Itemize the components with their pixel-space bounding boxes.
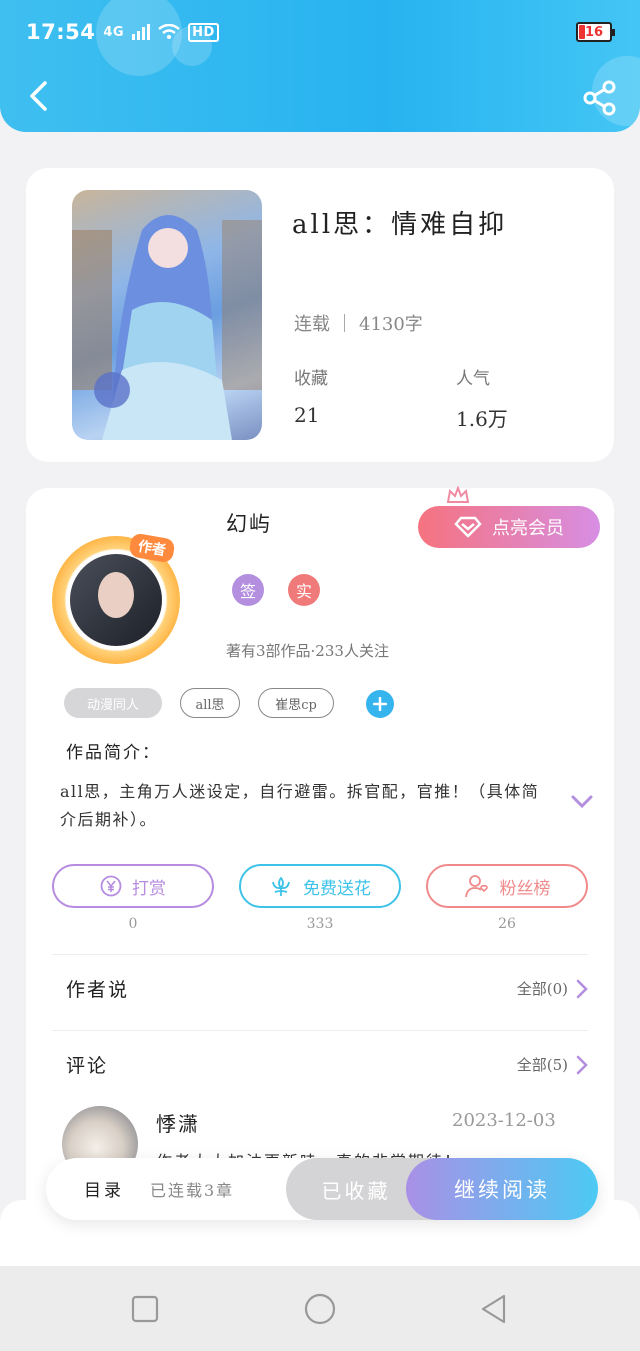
flower-icon — [272, 876, 290, 896]
crown-icon — [446, 486, 470, 503]
status-bar: 17:54 4G HD — [26, 20, 219, 44]
fan-ranking-button[interactable]: 粉丝榜 — [426, 864, 588, 908]
header: 17:54 4G HD 16 — [0, 0, 640, 132]
author-says-row[interactable]: 作者说 全部(0) — [52, 954, 588, 1022]
send-flower-button[interactable]: 免费送花 — [239, 864, 401, 908]
toc-label: 目录 — [84, 1181, 124, 1201]
comment-date: 2023-12-03 — [452, 1110, 556, 1131]
status-time: 17:54 — [26, 20, 96, 44]
book-info-card: all思：情难自抑 连载 4130字 收藏 21 人气 1.6万 — [26, 168, 614, 462]
cover-illustration — [72, 215, 262, 440]
tag-chip[interactable]: 崔思cp — [258, 688, 334, 718]
comments-row[interactable]: 评论 全部(5) — [52, 1030, 588, 1098]
commenter-name[interactable]: 悸潇 — [156, 1108, 200, 1137]
book-cover[interactable] — [72, 190, 262, 440]
continue-reading-button[interactable]: 继续阅读 — [406, 1158, 598, 1220]
popularity-stat: 人气 1.6万 — [456, 364, 508, 432]
author-says-all[interactable]: 全部(0) — [517, 978, 588, 999]
tag-chip[interactable]: all思 — [180, 688, 240, 718]
vip-button[interactable]: 点亮会员 — [418, 506, 600, 548]
author-says-title: 作者说 — [66, 979, 130, 1001]
author-name[interactable]: 幻屿 — [226, 508, 272, 538]
author-says-all-label: 全部(0) — [516, 980, 568, 998]
chevron-right-icon — [576, 1055, 588, 1074]
author-works-info: 著有3部作品·233人关注 — [226, 642, 389, 660]
battery-icon: 16 — [576, 22, 615, 42]
intro-label: 作品简介： — [66, 743, 161, 763]
chevron-down-icon[interactable] — [570, 794, 594, 810]
network-icon: 4G — [103, 24, 125, 40]
wifi-icon — [158, 24, 180, 39]
fan-ranking-label: 粉丝榜 — [499, 878, 551, 899]
chevron-right-icon — [576, 979, 588, 998]
favorites-value: 21 — [294, 403, 320, 427]
author-card: 作者 幻屿 点亮会员 签 实 著有3部作品·233人关注 动漫同人 all思 崔… — [26, 486, 614, 1248]
continue-reading-label: 继续阅读 — [454, 1178, 550, 1202]
fan-ranking-icon — [464, 875, 488, 898]
book-status: 连载 — [294, 314, 330, 335]
back-nav-icon[interactable] — [477, 1292, 511, 1326]
popularity-label: 人气 — [456, 369, 490, 389]
battery-level: 16 — [584, 24, 604, 40]
intro-text: all思，主角万人迷设定，自行避雷。拆官配，官推！（具体简介后期补）。 — [60, 782, 540, 829]
share-button[interactable] — [582, 80, 618, 116]
comments-title: 评论 — [66, 1055, 109, 1077]
reward-label: 打赏 — [132, 878, 166, 899]
signal-icon — [132, 24, 151, 40]
avatar — [70, 554, 162, 646]
hd-icon: HD — [188, 22, 219, 42]
favorites-stat: 收藏 21 — [294, 364, 328, 427]
book-meta: 连载 4130字 — [294, 310, 423, 336]
book-title: all思：情难自抑 — [292, 210, 508, 240]
back-button[interactable] — [20, 76, 56, 116]
send-flower-label: 免费送花 — [303, 878, 371, 899]
flower-count: 333 — [306, 916, 334, 932]
share-icon — [583, 80, 616, 116]
add-tag-button[interactable] — [366, 690, 394, 718]
author-avatar[interactable]: 作者 — [52, 532, 180, 664]
fan-count: 26 — [498, 916, 516, 932]
chevron-left-icon — [30, 81, 47, 111]
favorites-label: 收藏 — [294, 369, 328, 389]
recent-apps-icon[interactable] — [128, 1292, 162, 1326]
tag-chip[interactable]: 动漫同人 — [64, 688, 162, 718]
vip-button-label: 点亮会员 — [492, 518, 564, 539]
plus-icon — [373, 697, 387, 711]
word-count: 4130字 — [359, 314, 423, 335]
popularity-value: 1.6万 — [456, 407, 508, 431]
system-navbar — [0, 1266, 640, 1351]
reward-button[interactable]: 打赏 — [52, 864, 214, 908]
diamond-icon — [454, 516, 482, 538]
reward-count: 0 — [128, 916, 138, 932]
signed-badge: 签 — [232, 574, 264, 606]
avatar-face — [98, 572, 134, 618]
divider — [344, 314, 345, 332]
verified-badge: 实 — [288, 574, 320, 606]
reading-bar: 目录 已连载3章 已收藏 继续阅读 — [46, 1158, 598, 1220]
comments-all-label: 全部(5) — [516, 1056, 568, 1074]
favorited-label: 已收藏 — [321, 1178, 391, 1203]
home-icon[interactable] — [303, 1292, 337, 1326]
toc-count: 已连载3章 — [150, 1181, 235, 1200]
yen-icon — [100, 875, 122, 897]
comments-all[interactable]: 全部(5) — [517, 1054, 588, 1075]
